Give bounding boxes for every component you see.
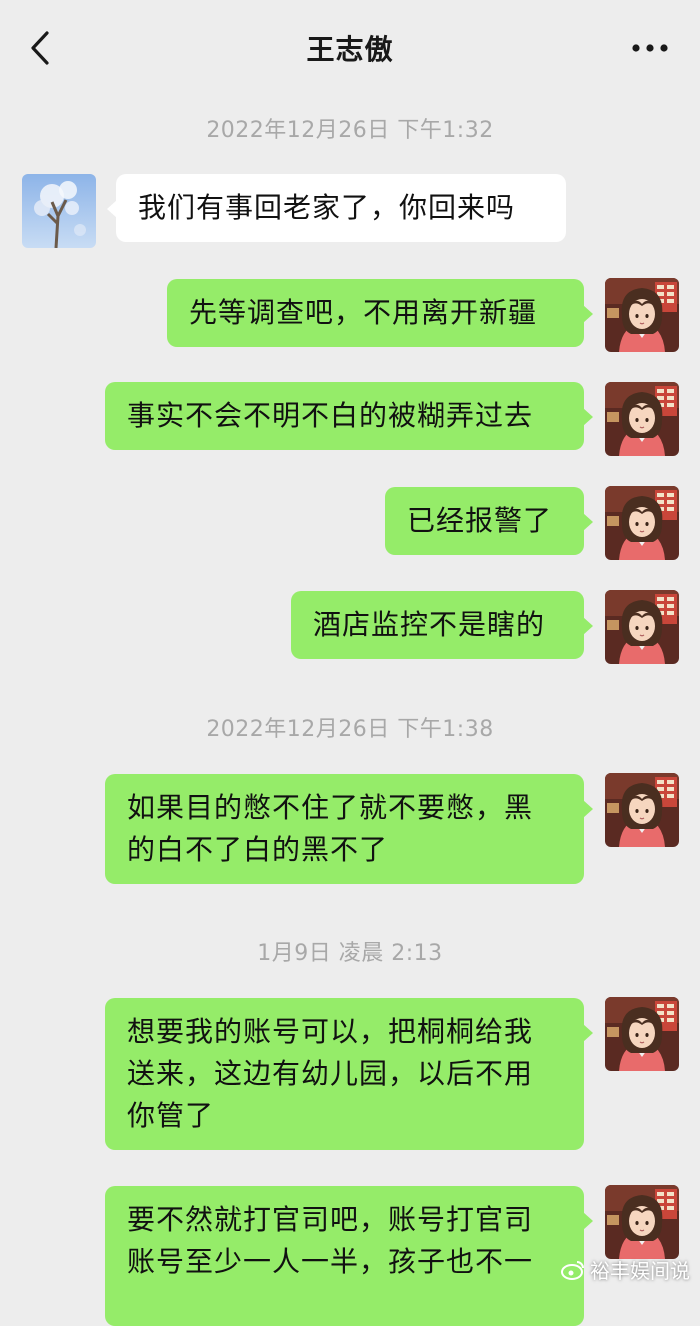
- message-text: 我们有事回老家了，你回来吗: [138, 191, 516, 224]
- watermark: 裕丰娱间说: [560, 1255, 690, 1284]
- message-text: 酒店监控不是瞎的: [313, 608, 546, 641]
- message-text-line: 如果目的憋不住了就不要憋，黑: [127, 791, 534, 824]
- contact-avatar[interactable]: [22, 174, 96, 248]
- message-text-line: 送来，这边有幼儿园，以后不用: [127, 1057, 534, 1090]
- message-text-line: 的白不了白的黑不了: [127, 833, 389, 866]
- self-avatar-image: [605, 382, 679, 456]
- message-text-line: 要不然就打官司吧，账号打官司: [127, 1203, 534, 1236]
- self-avatar-image: [605, 1185, 679, 1259]
- nav-bar: 王志傲: [0, 0, 700, 98]
- timestamp: 1月9日 凌晨 2:13: [257, 941, 443, 966]
- message-text-line: 账号至少一人一半，孩子也不一: [127, 1245, 534, 1278]
- timestamp: 2022年12月26日 下午1:32: [206, 118, 494, 143]
- more-dots-icon: [632, 44, 668, 52]
- self-avatar[interactable]: [605, 997, 679, 1071]
- timestamp: 2022年12月26日 下午1:38: [206, 717, 494, 742]
- self-avatar-image: [605, 486, 679, 560]
- message-text: 事实不会不明不白的被糊弄过去: [127, 399, 534, 432]
- self-avatar[interactable]: [605, 486, 679, 560]
- message-bubble-outgoing[interactable]: 如果目的憋不住了就不要憋，黑 的白不了白的黑不了: [105, 774, 593, 884]
- message-text-line: 想要我的账号可以，把桐桐给我: [127, 1015, 534, 1048]
- message-bubble-outgoing[interactable]: 已经报警了: [385, 487, 593, 555]
- self-avatar-image: [605, 278, 679, 352]
- message-bubble-outgoing[interactable]: 事实不会不明不白的被糊弄过去: [105, 382, 593, 450]
- self-avatar[interactable]: [605, 382, 679, 456]
- self-avatar[interactable]: [605, 590, 679, 664]
- chat-title: 王志傲: [306, 33, 394, 66]
- contact-avatar-image: [22, 174, 96, 248]
- message-text: 先等调查吧，不用离开新疆: [189, 296, 538, 329]
- more-button[interactable]: [628, 30, 672, 66]
- watermark-text: 裕丰娱间说: [590, 1259, 690, 1283]
- self-avatar[interactable]: [605, 773, 679, 847]
- self-avatar-image: [605, 997, 679, 1071]
- message-bubble-outgoing[interactable]: 酒店监控不是瞎的: [291, 591, 593, 659]
- message-bubble-outgoing[interactable]: 先等调查吧，不用离开新疆: [167, 279, 593, 347]
- message-bubble-outgoing[interactable]: 想要我的账号可以，把桐桐给我 送来，这边有幼儿园，以后不用 你管了: [105, 998, 593, 1150]
- message-text-line: 你管了: [127, 1099, 215, 1132]
- message-text: 已经报警了: [407, 504, 553, 537]
- self-avatar-image: [605, 590, 679, 664]
- message-bubble-incoming[interactable]: 我们有事回老家了，你回来吗: [107, 174, 566, 242]
- self-avatar-image: [605, 773, 679, 847]
- weibo-logo-icon: [561, 1260, 584, 1280]
- message-bubble-outgoing[interactable]: 要不然就打官司吧，账号打官司 账号至少一人一半，孩子也不一: [105, 1186, 593, 1326]
- self-avatar[interactable]: [605, 278, 679, 352]
- self-avatar[interactable]: [605, 1185, 679, 1259]
